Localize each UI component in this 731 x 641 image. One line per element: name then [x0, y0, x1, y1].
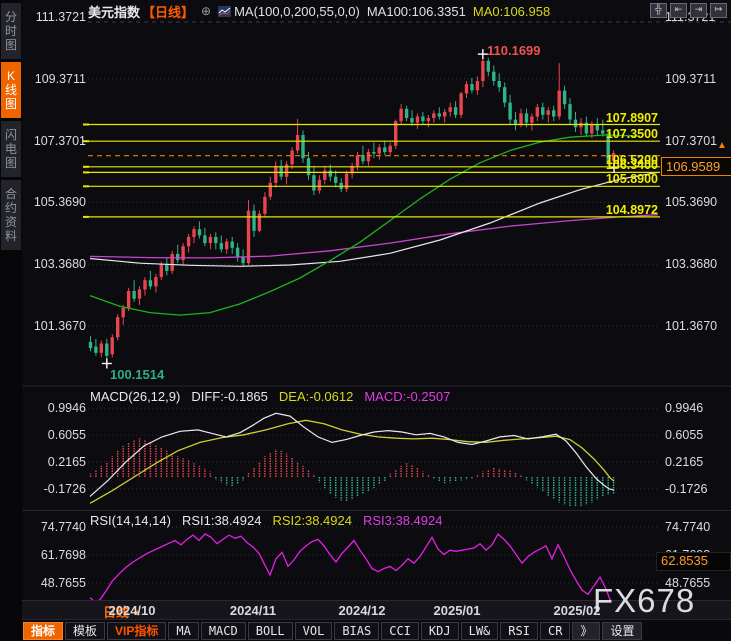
toolbar-item-RSI[interactable]: RSI [500, 622, 538, 640]
rsi-axis-label-right: 74.7740 [665, 520, 731, 534]
macd-macd-value: MACD:-0.2507 [364, 389, 450, 404]
macd-axis-label-right: 0.2165 [665, 455, 731, 469]
macd-header: MACD(26,12,9) DIFF:-0.1865 DEA:-0.0612 M… [90, 389, 450, 404]
symbol-title: 美元指数 [88, 2, 140, 21]
sidebar-tab-闪电图[interactable]: 闪电图 [1, 121, 21, 177]
price-axis-label-left: 101.3670 [20, 319, 86, 333]
indicator-chart-icon [218, 6, 231, 17]
toolbar-item-CR[interactable]: CR [540, 622, 570, 640]
toolbar-item-MACD[interactable]: MACD [201, 622, 246, 640]
price-direction-arrow-icon: ▲ [717, 140, 727, 151]
macd-axis-label-right: 0.6055 [665, 428, 731, 442]
axis-shift-left-icon[interactable]: ⇤ [670, 3, 687, 18]
toolbar-item-LW&[interactable]: LW& [461, 622, 499, 640]
price-axis-label-left: 111.3721 [20, 10, 86, 24]
month-label: 2025/01 [415, 603, 499, 618]
ma-settings-label: MA(100,0,200,55,0,0) [234, 4, 360, 19]
sidebar-tab-K线图[interactable]: K线图 [1, 62, 21, 118]
toolbar-item-指标[interactable]: 指标 [23, 622, 63, 640]
rsi-current-value-box: 62.8535 [656, 552, 731, 571]
price-level-label: 107.3500 [480, 127, 658, 141]
month-label: 2024/10 [90, 603, 174, 618]
rsi-params: RSI(14,14,14) [90, 513, 171, 528]
high-price-label: 110.1699 [487, 43, 541, 58]
crosshair-icon[interactable]: ╬ [650, 3, 667, 18]
macd-axis-label-left: 0.9946 [20, 401, 86, 415]
toolbar-item-MA[interactable]: MA [168, 622, 198, 640]
macd-axis-label-right: -0.1726 [665, 482, 731, 496]
price-axis-label-right: 109.3711 [665, 72, 731, 86]
toolbar-item-VOL[interactable]: VOL [295, 622, 333, 640]
pan-right-icon[interactable]: ↦ [710, 3, 727, 18]
toolbar-item-BIAS[interactable]: BIAS [334, 622, 379, 640]
toolbar-item-BOLL[interactable]: BOLL [248, 622, 293, 640]
trading-app: 分时图 K线图闪电图合约资料 美元指数【日线】 ⊕ MA(100,0,200,55… [0, 0, 731, 641]
sidebar-tab-分时图[interactable]: 分时图 [1, 3, 21, 59]
month-label: 2024/11 [211, 603, 295, 618]
month-label: 2024/12 [320, 603, 404, 618]
price-axis-label-left: 109.3711 [20, 72, 86, 86]
macd-dea-value: DEA:-0.0612 [279, 389, 353, 404]
price-axis-label-left: 105.3690 [20, 195, 86, 209]
toolbar-item-VIP指标[interactable]: VIP指标 [107, 622, 166, 640]
sidebar-tab-合约资料[interactable]: 合约资料 [1, 180, 21, 250]
macd-axis-label-left: 0.2165 [20, 455, 86, 469]
watermark: FX678 [593, 582, 695, 620]
macd-axis-label-right: 0.9946 [665, 401, 731, 415]
chart-header: 美元指数【日线】 ⊕ MA(100,0,200,55,0,0) MA100:10… [88, 3, 550, 19]
rsi3-value: RSI3:38.4924 [363, 513, 443, 528]
window-buttons: ╬⇤⇥↦ [650, 3, 727, 18]
price-level-label: 106.3400 [480, 158, 658, 172]
macd-params: MACD(26,12,9) [90, 389, 180, 404]
period-tag: 【日线】 [142, 2, 194, 21]
price-axis-label-left: 107.3701 [20, 134, 86, 148]
low-price-label: 100.1514 [110, 367, 164, 382]
rsi-axis-label-left: 74.7740 [20, 520, 86, 534]
price-axis-label-left: 103.3680 [20, 257, 86, 271]
price-level-label: 107.8907 [480, 111, 658, 125]
toolbar-item-CCI[interactable]: CCI [381, 622, 419, 640]
rsi-axis-label-left: 61.7698 [20, 548, 86, 562]
axis-shift-right-icon[interactable]: ⇥ [690, 3, 707, 18]
price-axis-label-right: 105.3690 [665, 195, 731, 209]
current-price-box: 106.9589 [661, 157, 731, 176]
ma0-value: MA0:106.958 [473, 4, 550, 19]
toolbar-item-KDJ[interactable]: KDJ [421, 622, 459, 640]
price-axis-label-right: 103.3680 [665, 257, 731, 271]
rsi-header: RSI(14,14,14) RSI1:38.4924 RSI2:38.4924 … [90, 513, 442, 528]
bottom-toolbar: 指标模板VIP指标MAMACDBOLLVOLBIASCCIKDJLW&RSICR… [22, 619, 731, 641]
toolbar-item-》[interactable]: 》 [572, 622, 600, 640]
add-indicator-icon[interactable]: ⊕ [201, 4, 211, 18]
chart-canvas[interactable] [0, 0, 731, 641]
price-level-label: 105.8900 [480, 172, 658, 186]
price-level-label: 104.8972 [480, 203, 658, 217]
toolbar-item-设置[interactable]: 设置 [602, 622, 642, 640]
macd-diff-value: DIFF:-0.1865 [191, 389, 268, 404]
rsi2-value: RSI2:38.4924 [272, 513, 352, 528]
toolbar-item-模板[interactable]: 模板 [65, 622, 105, 640]
rsi-axis-label-left: 48.7655 [20, 576, 86, 590]
ma100-value: MA100:106.3351 [367, 4, 466, 19]
rsi1-value: RSI1:38.4924 [182, 513, 262, 528]
price-axis-label-right: 101.3670 [665, 319, 731, 333]
macd-axis-label-left: 0.6055 [20, 428, 86, 442]
macd-axis-label-left: -0.1726 [20, 482, 86, 496]
sidebar: 分时图 K线图闪电图合约资料 [0, 0, 22, 641]
